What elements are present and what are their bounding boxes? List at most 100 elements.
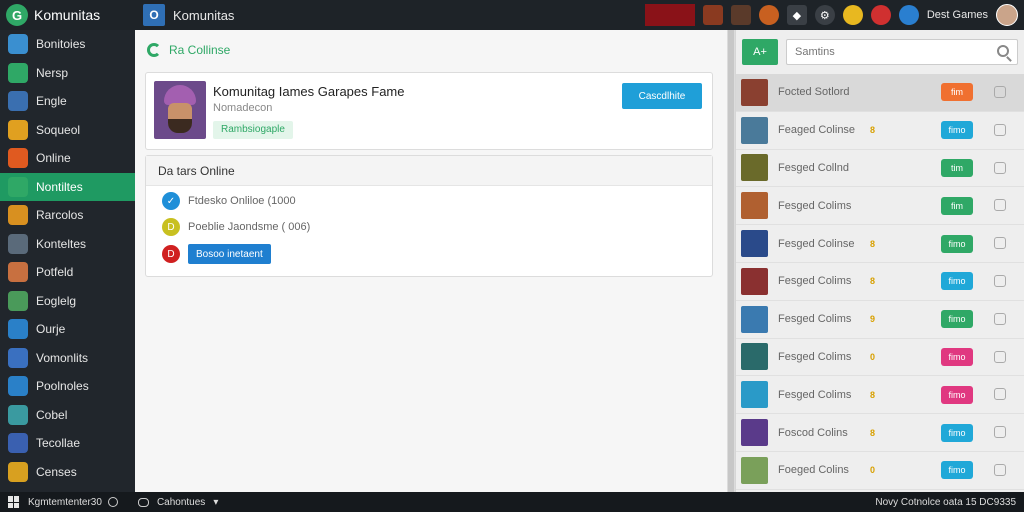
chat-icon[interactable]: [898, 5, 919, 25]
game-status-button[interactable]: fimo: [941, 385, 973, 404]
sidebar-item-6[interactable]: Rarcolos: [0, 201, 135, 230]
globe-icon: [8, 62, 28, 83]
lock-icon[interactable]: [994, 350, 1006, 363]
lock-icon[interactable]: [994, 199, 1006, 212]
sidebar-item-2[interactable]: Engle: [0, 87, 135, 116]
sidebar-item-10[interactable]: Ourje: [0, 315, 135, 344]
online-row-text: Ftdesko Onliloe (1000: [188, 195, 296, 207]
online-row[interactable]: ✓ Ftdesko Onliloe (1000: [162, 192, 296, 210]
game-status-button[interactable]: fimo: [941, 121, 973, 140]
lock-icon[interactable]: [994, 463, 1006, 476]
game-thumbnail: [741, 230, 768, 258]
add-game-button[interactable]: A+: [742, 39, 778, 65]
game-row[interactable]: Fesged Colims 0 fimo: [736, 339, 1024, 377]
people-icon: [8, 34, 28, 55]
lock-icon[interactable]: [994, 426, 1006, 439]
lock-icon[interactable]: [994, 86, 1006, 98]
game-tag: 0: [870, 465, 876, 476]
sidebar-item-9[interactable]: Eoglelg: [0, 287, 135, 316]
document-icon: [8, 376, 28, 397]
game-status-button[interactable]: tim: [941, 158, 973, 177]
game-status-button[interactable]: fimo: [941, 461, 973, 480]
chevron-down-icon[interactable]: ▾: [213, 497, 218, 508]
sidebar-item-12[interactable]: Poolnoles: [0, 372, 135, 401]
taskbar-label[interactable]: Kgmtemtenter30: [28, 497, 102, 508]
game-status-button[interactable]: fimo: [941, 272, 973, 291]
online-row[interactable]: D Poeblie Jaondsme ( 006): [162, 218, 310, 236]
sidebar-item-8[interactable]: Potfeld: [0, 258, 135, 287]
profile-action-button[interactable]: Cascdlhite: [622, 83, 702, 109]
game-name: Fesged Colims: [778, 275, 852, 288]
sidebar-item-3[interactable]: Soqueol: [0, 116, 135, 145]
search-input[interactable]: [787, 40, 987, 64]
gear-icon[interactable]: ⚙: [814, 5, 835, 25]
game-status-button[interactable]: fimo: [941, 310, 973, 329]
brand[interactable]: G Komunitas: [0, 0, 135, 30]
image-icon: [8, 461, 28, 482]
game-row[interactable]: Fesged Colims 9 fimo: [736, 301, 1024, 339]
online-row[interactable]: D Bosoo inetaent: [162, 244, 271, 264]
game-row[interactable]: Feaged Colinse 8 fimo: [736, 112, 1024, 150]
sidebar-item-4[interactable]: Online: [0, 144, 135, 173]
game-row[interactable]: Fesged Colims fim: [736, 187, 1024, 226]
chat-bubble-icon[interactable]: [137, 497, 149, 507]
game-row[interactable]: Fesged Colinse 8 fimo: [736, 225, 1024, 263]
sidebar-item-7[interactable]: Konteltes: [0, 230, 135, 259]
store-icon[interactable]: ◆: [786, 5, 807, 25]
lock-icon[interactable]: [994, 388, 1006, 401]
user-name[interactable]: Dest Games: [927, 9, 988, 21]
rewards-icon[interactable]: [758, 5, 779, 25]
alert-icon[interactable]: [870, 5, 891, 25]
clock-icon[interactable]: [107, 497, 118, 507]
character-shortcut-icon[interactable]: [730, 5, 751, 25]
sidebar-item-5[interactable]: Nontiltes: [0, 172, 135, 201]
sidebar-item-label: Cobel: [36, 407, 68, 422]
game-row[interactable]: Fesged Colims 8 fimo: [736, 376, 1024, 415]
game-name: Fesged Colims: [778, 350, 852, 363]
profile-badge[interactable]: Rambsiogaple: [213, 121, 293, 139]
game-row[interactable]: Focted Sotlord fim: [736, 74, 1024, 112]
sidebar-item-14[interactable]: Tecollae: [0, 429, 135, 458]
lock-icon[interactable]: [994, 312, 1006, 325]
brand-logo-icon: G: [6, 4, 28, 26]
game-status-button[interactable]: fimo: [941, 423, 973, 442]
game-row[interactable]: Foscod Colins 8 fimo: [736, 414, 1024, 452]
lock-icon[interactable]: [994, 161, 1006, 174]
avatar[interactable]: [996, 4, 1018, 26]
sidebar-item-label: Poolnoles: [36, 379, 89, 394]
search-box: [786, 39, 1018, 65]
lock-icon[interactable]: [994, 237, 1006, 250]
game-row[interactable]: Fesged Collnd tim: [736, 150, 1024, 188]
game-status-button[interactable]: fimo: [941, 347, 973, 366]
avatar-icon: [8, 262, 28, 283]
online-status-icon: D: [162, 218, 180, 236]
notification-banner[interactable]: [644, 4, 695, 26]
game-row[interactable]: Foeged Colins 0 fimo: [736, 452, 1024, 490]
sidebar-item-1[interactable]: Nersp: [0, 59, 135, 88]
game-shortcut-icon[interactable]: [702, 5, 723, 25]
game-status-button[interactable]: fim: [941, 196, 973, 215]
main-scrollbar-thumb[interactable]: [728, 30, 734, 492]
game-status-button[interactable]: fimo: [941, 234, 973, 253]
sidebar-item-11[interactable]: Vomonlits: [0, 344, 135, 373]
taskbar-app-label[interactable]: Cahontues: [157, 497, 205, 508]
online-status-icon: D: [162, 245, 180, 263]
online-card-title: Da tars Online: [146, 156, 712, 186]
sidebar-item-15[interactable]: Censes: [0, 458, 135, 487]
lock-icon[interactable]: [994, 123, 1006, 136]
sidebar-item-label: Nersp: [36, 65, 69, 80]
sidebar-item-label: Censes: [36, 464, 77, 479]
online-action-button[interactable]: Bosoo inetaent: [188, 244, 271, 264]
profile-card: Komunitag Iames Garapes Fame Nomadecon R…: [145, 72, 713, 150]
lock-icon[interactable]: [994, 274, 1006, 287]
sidebar-item-13[interactable]: Cobel: [0, 401, 135, 430]
emoji-icon[interactable]: [842, 5, 863, 25]
globe-icon: [8, 319, 28, 340]
search-icon[interactable]: [997, 45, 1009, 57]
game-row[interactable]: Fesged Colims 8 fimo: [736, 263, 1024, 301]
community-tab[interactable]: O Komunitas: [143, 4, 234, 26]
game-status-button[interactable]: fim: [941, 83, 973, 102]
windows-start-icon[interactable]: [8, 496, 20, 508]
sidebar-item-0[interactable]: Bonitoies: [0, 30, 135, 59]
game-tag: 8: [870, 389, 876, 400]
